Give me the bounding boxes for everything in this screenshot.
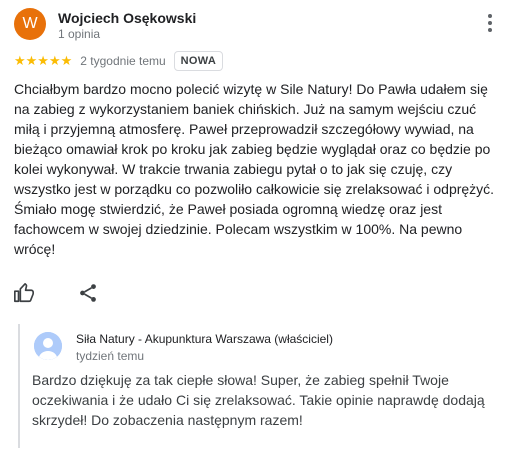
author-avatar[interactable]: W	[14, 8, 46, 40]
owner-reply-text: Bardzo dziękuję za tak ciepłe słowa! Sup…	[32, 372, 485, 428]
more-vert-icon	[488, 14, 492, 18]
new-badge: NOWA	[173, 51, 224, 71]
review-date: 2 tygodnie temu	[80, 54, 166, 68]
star-rating: ★★★★★	[14, 53, 73, 68]
owner-reply: Siła Natury - Akupunktura Warszawa (właś…	[18, 324, 506, 448]
owner-avatar[interactable]	[34, 332, 62, 360]
like-button[interactable]	[13, 282, 35, 304]
owner-name[interactable]: Siła Natury - Akupunktura Warszawa (właś…	[76, 332, 333, 346]
share-icon	[80, 284, 96, 302]
more-options-button[interactable]	[482, 14, 498, 36]
owner-reply-date: tydzień temu	[76, 349, 145, 363]
thumb-up-icon	[14, 283, 34, 303]
author-name[interactable]: Wojciech Osękowski	[58, 10, 196, 26]
rating-row: ★★★★★ 2 tygodnie temu NOWA	[14, 50, 224, 72]
review-text: Chciałbym bardzo mocno polecić wizytę w …	[14, 81, 495, 257]
author-review-count: 1 opinia	[58, 27, 101, 41]
share-button[interactable]	[77, 282, 99, 304]
person-avatar-icon	[34, 332, 62, 360]
